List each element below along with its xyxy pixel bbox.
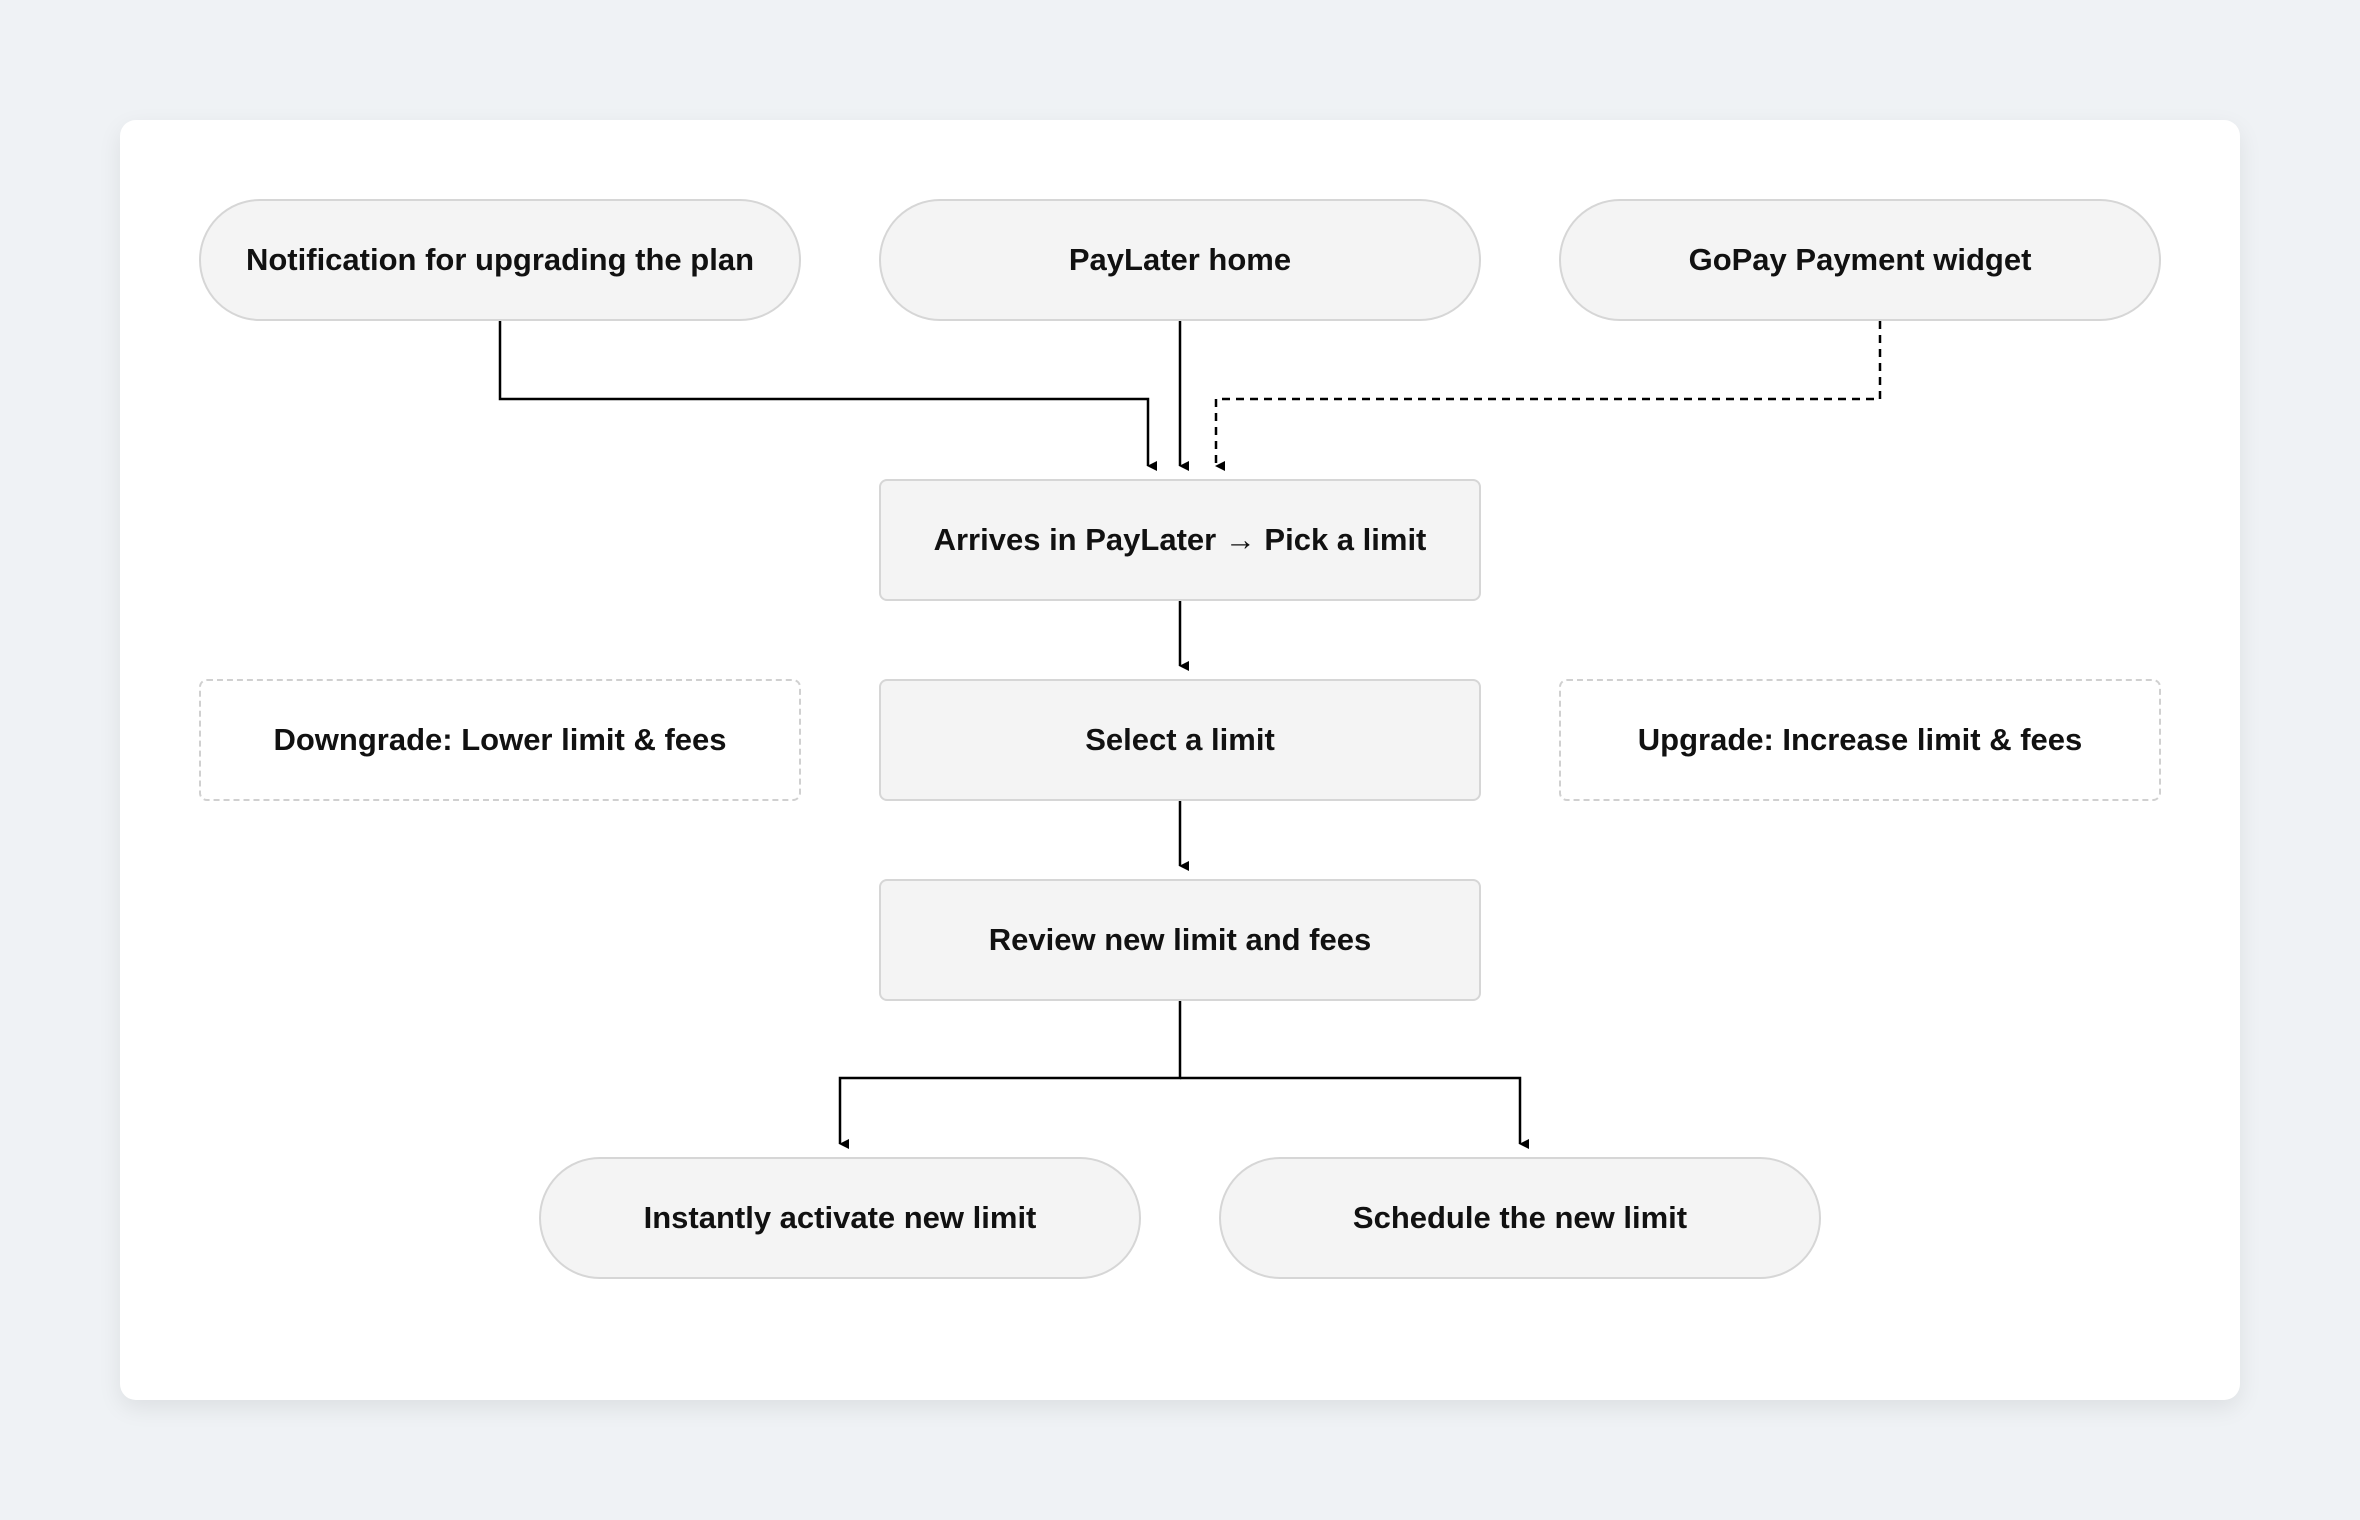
entry-paylater-home[interactable]: PayLater home xyxy=(879,199,1481,321)
option-downgrade[interactable]: Downgrade: Lower limit & fees xyxy=(199,679,801,801)
entry-gopay-widget[interactable]: GoPay Payment widget xyxy=(1559,199,2161,321)
connector-gopay-to-arrives xyxy=(1214,321,1882,471)
node-label: Instantly activate new limit xyxy=(643,1200,1037,1235)
node-label: Upgrade: Increase limit & fees xyxy=(1637,722,2083,757)
node-label: Downgrade: Lower limit & fees xyxy=(273,722,727,757)
node-label: Review new limit and fees xyxy=(988,922,1372,957)
outcome-schedule[interactable]: Schedule the new limit xyxy=(1219,1157,1821,1279)
step-arrives[interactable]: Arrives in PayLater → Pick a limit xyxy=(879,479,1481,601)
connector-review-to-schedule xyxy=(1180,1076,1529,1149)
node-label: Schedule the new limit xyxy=(1352,1200,1688,1235)
node-label: GoPay Payment widget xyxy=(1688,242,2032,277)
outcome-activate[interactable]: Instantly activate new limit xyxy=(539,1157,1141,1279)
step-select-limit[interactable]: Select a limit xyxy=(879,679,1481,801)
connector-review-to-activate xyxy=(838,1001,1182,1149)
node-label: Arrives in PayLater → Pick a limit xyxy=(933,522,1427,557)
node-label: Select a limit xyxy=(1085,722,1275,757)
option-upgrade[interactable]: Upgrade: Increase limit & fees xyxy=(1559,679,2161,801)
connector-notification-to-arrives xyxy=(498,321,1157,471)
node-label: PayLater home xyxy=(1068,242,1292,277)
node-label: Notification for upgrading the plan xyxy=(245,242,755,277)
entry-notification[interactable]: Notification for upgrading the plan xyxy=(199,199,801,321)
step-review[interactable]: Review new limit and fees xyxy=(879,879,1481,1001)
